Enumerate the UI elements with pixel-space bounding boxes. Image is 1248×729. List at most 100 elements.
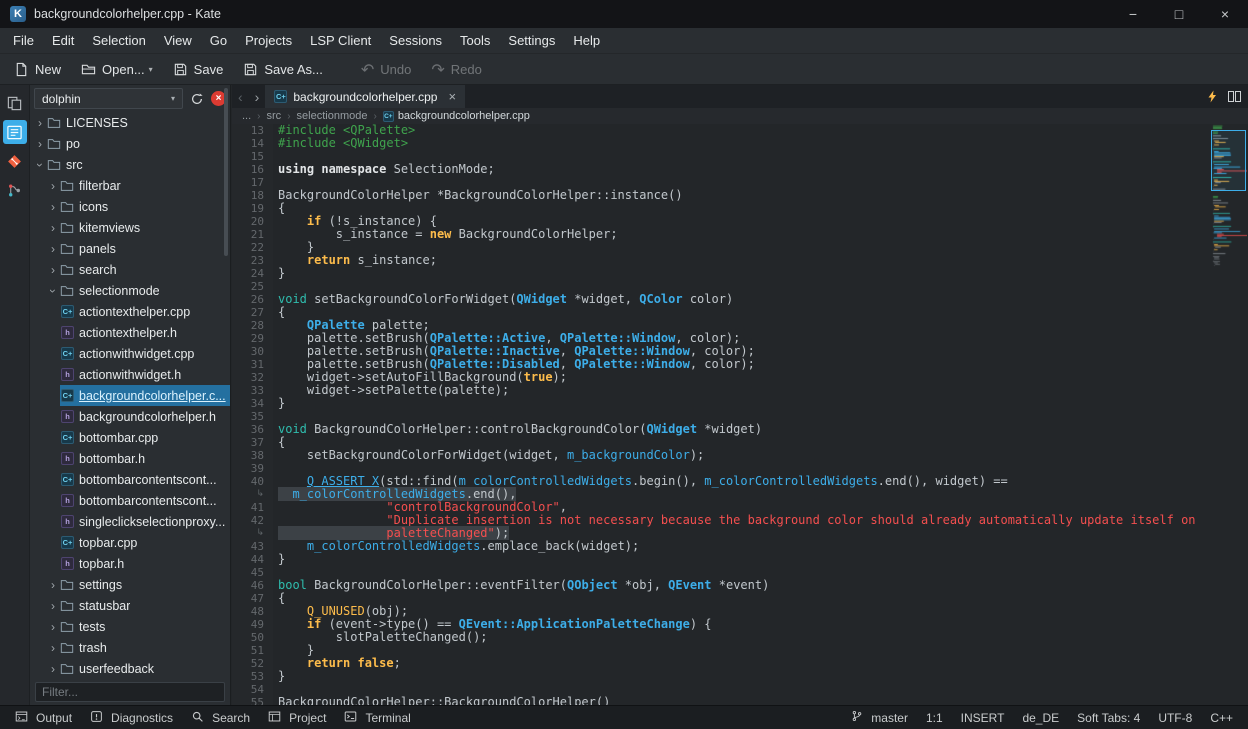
- code-editor[interactable]: 13#include <QPalette>14#include <QWidget…: [232, 124, 1248, 705]
- tree-item-icons[interactable]: ›icons: [30, 196, 230, 217]
- code-token: m_colorControlledWidgets: [292, 487, 465, 501]
- menu-item-go[interactable]: Go: [201, 28, 236, 54]
- tab-close-icon[interactable]: ×: [448, 89, 456, 104]
- minimap[interactable]: [1211, 124, 1247, 434]
- chevron-right-icon[interactable]: ›: [47, 263, 59, 277]
- tree-item-settings[interactable]: ›settings: [30, 574, 230, 595]
- menu-item-help[interactable]: Help: [564, 28, 609, 54]
- statusbar-terminal-button[interactable]: Terminal: [335, 706, 419, 729]
- tree-item-filterbar[interactable]: ›filterbar: [30, 175, 230, 196]
- tree-item-actionwithwidget-h[interactable]: hactionwithwidget.h: [30, 364, 230, 385]
- chevron-right-icon[interactable]: ›: [47, 179, 59, 193]
- tree-item-tests[interactable]: ›tests: [30, 616, 230, 637]
- split-view-icon[interactable]: [1228, 90, 1241, 103]
- tree-item-po[interactable]: ›po: [30, 133, 230, 154]
- dock-documents-button[interactable]: [3, 91, 27, 115]
- tree-item-userfeedback[interactable]: ›userfeedback: [30, 658, 230, 679]
- code-token: }: [278, 240, 314, 254]
- tree-item-backgroundcolorhelper-h[interactable]: hbackgroundcolorhelper.h: [30, 406, 230, 427]
- tree-item-bottombar-h[interactable]: hbottombar.h: [30, 448, 230, 469]
- chevron-right-icon[interactable]: ›: [47, 242, 59, 256]
- filter-input[interactable]: [35, 682, 225, 702]
- tree-item-panels[interactable]: ›panels: [30, 238, 230, 259]
- tree-item-kitemviews[interactable]: ›kitemviews: [30, 217, 230, 238]
- breadcrumb-item-backgroundcolorhelper-cpp[interactable]: C+backgroundcolorhelper.cpp: [383, 110, 530, 122]
- menu-item-edit[interactable]: Edit: [43, 28, 83, 54]
- breadcrumb-item-selectionmode[interactable]: selectionmode: [297, 110, 368, 122]
- tree-item-singleclickselectionproxy[interactable]: hsingleclickselectionproxy...: [30, 511, 230, 532]
- tree-item-topbar-cpp[interactable]: C+topbar.cpp: [30, 532, 230, 553]
- code-token: ,: [545, 331, 559, 345]
- close-button[interactable]: ×: [1202, 0, 1248, 28]
- menu-item-view[interactable]: View: [155, 28, 201, 54]
- menu-item-sessions[interactable]: Sessions: [380, 28, 451, 54]
- chevron-right-icon[interactable]: ›: [47, 578, 59, 592]
- tree-item-backgroundcolorhelper-c[interactable]: C+backgroundcolorhelper.c...: [30, 385, 230, 406]
- menu-item-projects[interactable]: Projects: [236, 28, 301, 54]
- maximize-button[interactable]: □: [1156, 0, 1202, 28]
- tree-item-bottombarcontentscont[interactable]: C+bottombarcontentscont...: [30, 469, 230, 490]
- breadcrumb-item-[interactable]: ...: [242, 110, 251, 122]
- minimize-button[interactable]: −: [1110, 0, 1156, 28]
- status-utf-8[interactable]: UTF-8: [1149, 711, 1201, 725]
- undo-button[interactable]: ↶Undo: [352, 58, 420, 81]
- status-c[interactable]: C++: [1201, 711, 1242, 725]
- status-insert[interactable]: INSERT: [952, 711, 1014, 725]
- breadcrumb-item-src[interactable]: src: [267, 110, 282, 122]
- menu-item-settings[interactable]: Settings: [499, 28, 564, 54]
- dock-project-button[interactable]: [3, 120, 27, 144]
- save-as-button[interactable]: Save As...: [234, 58, 332, 81]
- tree-item-actionwithwidget-cpp[interactable]: C+actionwithwidget.cpp: [30, 343, 230, 364]
- status-soft-tabs-4[interactable]: Soft Tabs: 4: [1068, 711, 1149, 725]
- refresh-project-button[interactable]: [187, 89, 207, 109]
- tree-item-selectionmode[interactable]: ›selectionmode: [30, 280, 230, 301]
- status-item-label: UTF-8: [1158, 711, 1192, 725]
- tab-backgroundcolorhelper[interactable]: C+ backgroundcolorhelper.cpp ×: [265, 85, 465, 108]
- tree-item-actiontexthelper-h[interactable]: hactiontexthelper.h: [30, 322, 230, 343]
- chevron-down-icon[interactable]: ›: [46, 285, 60, 297]
- minimap-viewport[interactable]: [1211, 130, 1246, 191]
- open-button[interactable]: Open...▾: [72, 58, 162, 81]
- chevron-right-icon[interactable]: ›: [47, 221, 59, 235]
- project-selector[interactable]: dolphin ▾: [34, 88, 183, 109]
- chevron-right-icon[interactable]: ›: [34, 137, 46, 151]
- save-button[interactable]: Save: [164, 58, 233, 81]
- chevron-right-icon[interactable]: ›: [34, 116, 46, 130]
- chevron-down-icon[interactable]: ›: [33, 159, 47, 171]
- statusbar-search-button[interactable]: Search: [182, 706, 259, 729]
- tree-scrollbar[interactable]: [224, 88, 228, 256]
- nav-back-button[interactable]: ‹: [238, 89, 243, 105]
- redo-button[interactable]: ↷Redo: [422, 58, 490, 81]
- statusbar-output-button[interactable]: Output: [6, 706, 81, 729]
- nav-forward-button[interactable]: ›: [255, 89, 260, 105]
- tree-item-src[interactable]: ›src: [30, 154, 230, 175]
- chevron-right-icon[interactable]: ›: [47, 599, 59, 613]
- status-1-1[interactable]: 1:1: [917, 711, 952, 725]
- new-button[interactable]: New: [5, 58, 70, 81]
- tree-item-topbar-h[interactable]: htopbar.h: [30, 553, 230, 574]
- menu-item-selection[interactable]: Selection: [83, 28, 154, 54]
- tree-item-trash[interactable]: ›trash: [30, 637, 230, 658]
- tree-item-search[interactable]: ›search: [30, 259, 230, 280]
- menu-item-file[interactable]: File: [4, 28, 43, 54]
- chevron-right-icon[interactable]: ›: [47, 200, 59, 214]
- status-de-de[interactable]: de_DE: [1013, 711, 1068, 725]
- quick-fix-lightning-icon[interactable]: [1206, 90, 1219, 103]
- tree-item-bottombarcontentscont[interactable]: hbottombarcontentscont...: [30, 490, 230, 511]
- tree-item-actiontexthelper-cpp[interactable]: C+actiontexthelper.cpp: [30, 301, 230, 322]
- code-line: 43 m_colorControlledWidgets.emplace_back…: [232, 540, 1248, 553]
- menu-item-lsp-client[interactable]: LSP Client: [301, 28, 380, 54]
- tree-item-bottombar-cpp[interactable]: C+bottombar.cpp: [30, 427, 230, 448]
- status-master[interactable]: master: [842, 710, 917, 725]
- chevron-right-icon[interactable]: ›: [47, 641, 59, 655]
- tree-item-statusbar[interactable]: ›statusbar: [30, 595, 230, 616]
- chevron-right-icon[interactable]: ›: [47, 620, 59, 634]
- code-token: {: [278, 591, 285, 605]
- statusbar-project-button[interactable]: Project: [259, 706, 335, 729]
- dock-git-button[interactable]: [3, 149, 27, 173]
- statusbar-diagnostics-button[interactable]: Diagnostics: [81, 706, 182, 729]
- chevron-right-icon[interactable]: ›: [47, 662, 59, 676]
- tree-item-licenses[interactable]: ›LICENSES: [30, 112, 230, 133]
- dock-symbols-button[interactable]: [3, 178, 27, 202]
- menu-item-tools[interactable]: Tools: [451, 28, 499, 54]
